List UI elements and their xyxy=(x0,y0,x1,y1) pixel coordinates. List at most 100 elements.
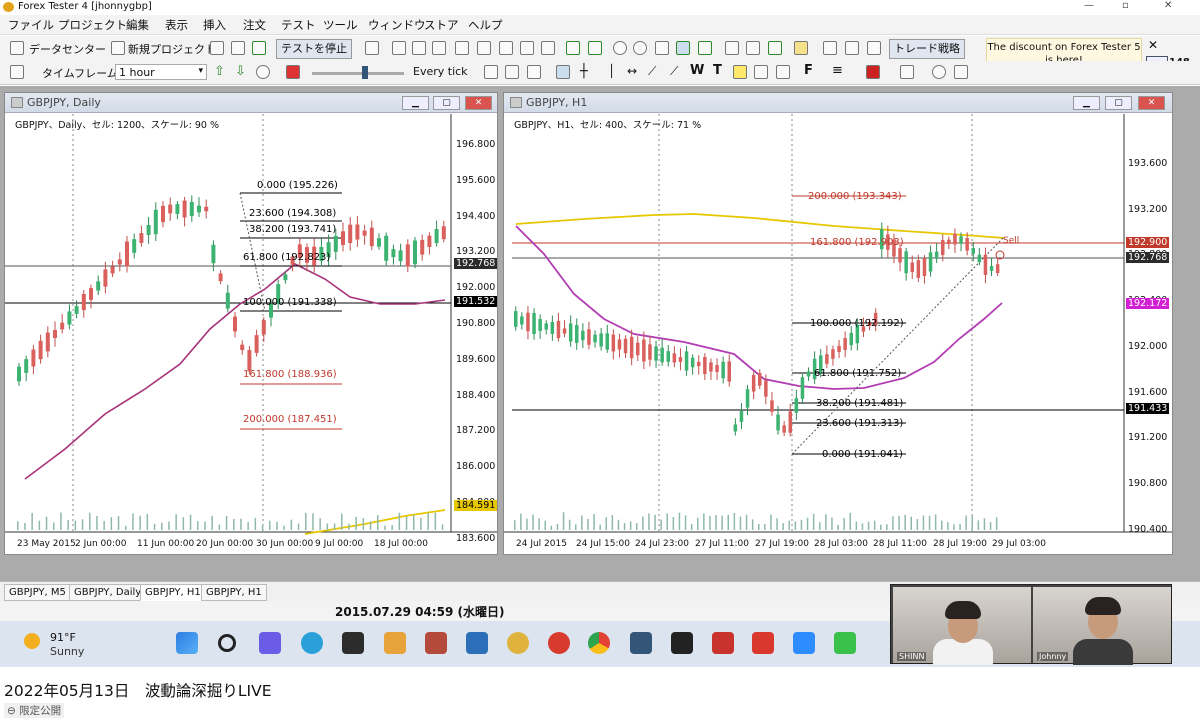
store-icon[interactable] xyxy=(342,632,364,654)
shape-icon[interactable] xyxy=(900,65,914,79)
h1-maximize-button[interactable]: ▢ xyxy=(1105,96,1132,110)
zoom-app-icon[interactable] xyxy=(793,632,815,654)
windows-start-icon[interactable] xyxy=(176,632,198,654)
h1-close-button[interactable]: ✕ xyxy=(1138,96,1165,110)
line-style-icon[interactable]: ≡ xyxy=(832,63,843,78)
menu-file[interactable]: ファイル xyxy=(8,17,54,33)
new-chart-icon[interactable] xyxy=(10,65,24,79)
camera-icon[interactable] xyxy=(867,41,881,55)
edge-icon[interactable] xyxy=(301,632,323,654)
h1-chart-caption[interactable]: GBPJPY, H1 ▁ ▢ ✕ xyxy=(504,93,1172,113)
menu-window[interactable]: ウィンドウ xyxy=(368,17,426,33)
tab-gbpjpy-h1-2[interactable]: GBPJPY, H1 xyxy=(201,584,267,601)
tab-gbpjpy-daily[interactable]: GBPJPY, Daily xyxy=(69,584,147,601)
step-forward-icon[interactable] xyxy=(527,65,541,79)
forex-tester-icon[interactable] xyxy=(507,632,529,654)
h1-minimize-button[interactable]: ▁ xyxy=(1073,96,1100,110)
clock-icon[interactable] xyxy=(256,65,270,79)
vertical-line-icon[interactable]: │ xyxy=(608,64,615,78)
speed-slider-thumb[interactable] xyxy=(362,66,368,79)
copy-icon[interactable] xyxy=(210,41,224,55)
teams-icon[interactable] xyxy=(259,632,281,654)
daily-maximize-button[interactable]: ▢ xyxy=(433,96,460,110)
gift-icon[interactable] xyxy=(425,632,447,654)
menu-tools[interactable]: ツール xyxy=(323,17,358,33)
menu-insert[interactable]: 挿入 xyxy=(203,17,226,33)
horizontal-line-icon[interactable]: ↔ xyxy=(627,64,637,78)
app-icon-red[interactable] xyxy=(712,632,734,654)
redcast-icon[interactable] xyxy=(548,632,570,654)
text-icon[interactable]: T xyxy=(713,63,722,78)
channel-icon[interactable] xyxy=(754,65,768,79)
speed-slider[interactable] xyxy=(312,72,404,75)
menu-store[interactable]: ストア xyxy=(424,17,459,33)
paste-icon[interactable] xyxy=(231,41,245,55)
g-app-icon[interactable] xyxy=(752,632,774,654)
minimize-button[interactable]: — xyxy=(1084,0,1094,11)
tick-mode-select[interactable]: Every tick xyxy=(413,65,468,78)
chrome-icon[interactable] xyxy=(588,632,610,654)
promo-close-icon[interactable]: ✕ xyxy=(1148,38,1158,52)
tasks-icon[interactable] xyxy=(671,632,693,654)
daily-chart-caption[interactable]: GBPJPY, Daily ▁ ▢ ✕ xyxy=(5,93,497,113)
close-button[interactable]: ✕ xyxy=(1164,0,1172,11)
color-icon[interactable] xyxy=(866,65,880,79)
menu-edit[interactable]: 編集 xyxy=(126,17,149,33)
fibo-icon[interactable] xyxy=(776,65,790,79)
bar-chart-icon[interactable] xyxy=(676,41,690,55)
data-center-button[interactable]: データセンター xyxy=(29,41,106,57)
h1-chart-canvas[interactable] xyxy=(504,114,1172,554)
check-doc-icon[interactable] xyxy=(499,41,513,55)
tab-gbpjpy-h1[interactable]: GBPJPY, H1 xyxy=(140,584,206,601)
arrow-up-icon[interactable]: ⇧ xyxy=(214,64,225,79)
binoculars-icon[interactable] xyxy=(655,41,669,55)
grid-icon[interactable] xyxy=(746,41,760,55)
mail-app-icon[interactable] xyxy=(466,632,488,654)
timeframe-select[interactable]: 1 hour ▾ xyxy=(115,64,207,80)
export-icon[interactable] xyxy=(541,41,555,55)
app-icon-3[interactable] xyxy=(630,632,652,654)
p-icon[interactable] xyxy=(412,41,426,55)
pause-icon[interactable] xyxy=(286,65,300,79)
crosshair-icon[interactable]: ┼ xyxy=(580,64,588,79)
check-icon[interactable] xyxy=(455,41,469,55)
template-icon[interactable] xyxy=(823,41,837,55)
tools-icon[interactable] xyxy=(954,65,968,79)
line-app-icon[interactable] xyxy=(834,632,856,654)
candles-icon[interactable] xyxy=(698,41,712,55)
menu-order[interactable]: 注文 xyxy=(243,17,266,33)
wave-icon[interactable]: W xyxy=(690,63,704,78)
tab-gbpjpy-m5[interactable]: GBPJPY, M5 xyxy=(4,584,71,601)
chart-icon[interactable] xyxy=(432,41,446,55)
menu-test[interactable]: テスト xyxy=(281,17,316,33)
document-icon[interactable] xyxy=(392,41,406,55)
daily-minimize-button[interactable]: ▁ xyxy=(402,96,429,110)
ray-icon[interactable]: ⟋ xyxy=(670,64,678,79)
h1-chart-window[interactable]: GBPJPY, H1 ▁ ▢ ✕ GBPJPY、H1、セル: 400、スケール:… xyxy=(503,92,1173,555)
brush-icon[interactable] xyxy=(845,41,859,55)
menu-project[interactable]: プロジェクト xyxy=(58,17,127,33)
zoom-in-icon[interactable] xyxy=(613,41,627,55)
sell-order-label[interactable]: Sell xyxy=(1003,236,1019,246)
step-icon[interactable] xyxy=(505,65,519,79)
menu-help[interactable]: ヘルプ xyxy=(468,17,503,33)
restore-button[interactable]: ▫ xyxy=(1122,0,1129,11)
refresh-icon[interactable] xyxy=(252,41,266,55)
line-chart-icon[interactable] xyxy=(725,41,739,55)
new-project-button[interactable]: 新規プロジェクト xyxy=(128,41,216,57)
daily-chart-window[interactable]: GBPJPY, Daily ▁ ▢ ✕ GBPJPY、Daily、セル: 120… xyxy=(4,92,498,555)
step-back-icon[interactable] xyxy=(484,65,498,79)
trade-strategy-button[interactable]: トレード戦略 xyxy=(889,39,965,59)
settings-icon[interactable] xyxy=(365,41,379,55)
globe-icon[interactable] xyxy=(932,65,946,79)
daily-close-button[interactable]: ✕ xyxy=(465,96,492,110)
menu-view[interactable]: 表示 xyxy=(165,17,188,33)
file-explorer-icon[interactable] xyxy=(384,632,406,654)
daily-chart-canvas[interactable] xyxy=(5,114,497,554)
volume-icon[interactable] xyxy=(768,41,782,55)
label-icon[interactable] xyxy=(733,65,747,79)
indicator-icon[interactable] xyxy=(794,41,808,55)
trend-line-icon[interactable]: ⟋ xyxy=(648,64,656,79)
cursor-icon[interactable] xyxy=(556,65,570,79)
forward-icon[interactable] xyxy=(588,41,602,55)
